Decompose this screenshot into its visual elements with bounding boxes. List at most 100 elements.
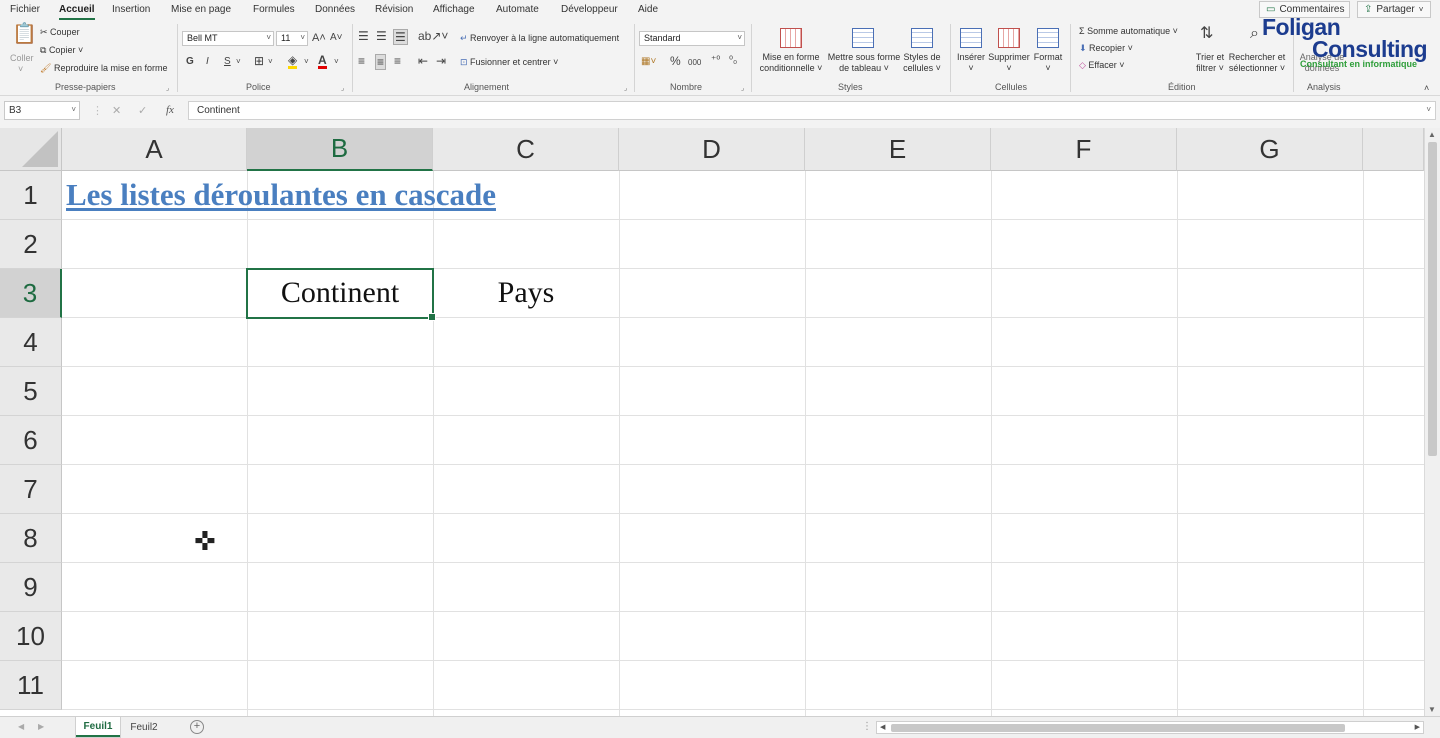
bold-button[interactable]: G <box>186 56 194 68</box>
insert-function-button[interactable]: fx <box>166 104 174 116</box>
row-header-10[interactable]: 10 <box>0 612 62 661</box>
horizontal-scroll-thumb[interactable] <box>891 724 1345 732</box>
increase-decimal-icon[interactable]: ⁺⁰ <box>711 55 720 67</box>
copy-button[interactable]: ⧉ Copier ˅ <box>40 45 83 56</box>
tab-donnees[interactable]: Données <box>315 4 355 15</box>
row-header-8[interactable]: 8 <box>0 514 62 563</box>
row-header-6[interactable]: 6 <box>0 416 62 465</box>
autosum-button[interactable]: Σ Somme automatique ˅ <box>1079 26 1178 37</box>
format-as-table-icon[interactable] <box>852 28 874 48</box>
percent-button[interactable]: % <box>670 55 681 67</box>
name-box[interactable]: B3 ˅ <box>4 101 80 120</box>
row-header-1[interactable]: 1 <box>0 171 62 220</box>
borders-icon[interactable]: ⊞ <box>254 55 264 67</box>
format-as-table-button[interactable]: Mettre sous forme de tableau ˅ <box>826 52 902 74</box>
column-header-a[interactable]: A <box>62 128 247 171</box>
cancel-icon[interactable]: ✕ <box>112 104 121 117</box>
scroll-left-icon[interactable]: ◀ <box>880 723 885 731</box>
sheet-tab-feuil2[interactable]: Feuil2 <box>124 717 164 737</box>
sort-filter-icon[interactable]: ⇅ <box>1200 26 1213 42</box>
share-button[interactable]: ⇪ Partager ˅ <box>1357 1 1431 18</box>
tab-insertion[interactable]: Insertion <box>112 4 150 15</box>
scroll-up-icon[interactable]: ▲ <box>1428 130 1436 139</box>
horizontal-scrollbar[interactable]: ◀ ▶ <box>876 721 1424 734</box>
underline-button[interactable]: S <box>224 56 231 68</box>
scroll-down-icon[interactable]: ▼ <box>1428 705 1436 714</box>
tab-developpeur[interactable]: Développeur <box>561 4 618 15</box>
column-header-f[interactable]: F <box>991 128 1177 171</box>
tab-mise-en-page[interactable]: Mise en page <box>171 4 231 15</box>
column-header-g[interactable]: G <box>1177 128 1363 171</box>
conditional-format-button[interactable]: Mise en forme conditionnelle ˅ <box>756 52 826 74</box>
align-top-icon[interactable]: ☰ <box>358 30 369 42</box>
cell-c3[interactable]: Pays <box>433 276 619 310</box>
insert-cells-button[interactable]: Insérer ˅ <box>952 52 990 74</box>
thousands-button[interactable]: 000 <box>688 57 701 69</box>
font-size-select[interactable]: 11 ˅ <box>276 31 308 46</box>
cut-button[interactable]: ✂ Couper <box>40 27 80 38</box>
wrap-text-button[interactable]: ↵ Renvoyer à la ligne automatiquement <box>460 33 619 44</box>
alignment-launcher-icon[interactable]: ⌟ <box>624 84 627 92</box>
tab-fichier[interactable]: Fichier <box>10 4 40 15</box>
cell-styles-icon[interactable] <box>911 28 933 48</box>
currency-icon[interactable]: ▦˅ <box>641 56 656 68</box>
delete-cells-button[interactable]: Supprimer ˅ <box>986 52 1032 74</box>
tab-accueil[interactable]: Accueil <box>59 4 95 20</box>
column-header-e[interactable]: E <box>805 128 991 171</box>
row-header-9[interactable]: 9 <box>0 563 62 612</box>
format-cells-button[interactable]: Format ˅ <box>1030 52 1066 74</box>
analyze-data-button[interactable]: Analyse de données <box>1298 52 1346 74</box>
formula-input[interactable]: Continent ˅ <box>188 101 1436 120</box>
merge-center-button[interactable]: ⊡ Fusionner et centrer ˅ <box>460 57 558 68</box>
sheet-tab-feuil1[interactable]: Feuil1 <box>76 717 120 737</box>
scroll-right-icon[interactable]: ▶ <box>1415 723 1420 731</box>
select-all-button[interactable] <box>0 128 62 171</box>
collapse-ribbon-icon[interactable]: ˄ <box>1424 82 1429 94</box>
row-header-7[interactable]: 7 <box>0 465 62 514</box>
confirm-icon[interactable]: ✓ <box>138 104 147 117</box>
fill-chevron-icon[interactable]: ˅ <box>304 56 309 68</box>
underline-chevron-icon[interactable]: ˅ <box>236 56 241 68</box>
font-launcher-icon[interactable]: ⌟ <box>341 84 344 92</box>
paste-chevron-icon[interactable]: ˅ <box>18 64 23 75</box>
row-header-5[interactable]: 5 <box>0 367 62 416</box>
borders-chevron-icon[interactable]: ˅ <box>268 56 273 68</box>
number-launcher-icon[interactable]: ⌟ <box>741 84 744 92</box>
paste-icon[interactable]: 📋 <box>12 24 37 44</box>
increase-indent-icon[interactable]: ⇥ <box>436 55 446 67</box>
next-sheet-icon[interactable]: ▶ <box>38 722 44 731</box>
row-header-11[interactable]: 11 <box>0 661 62 710</box>
fill-button[interactable]: ⬇ Recopier ˅ <box>1079 43 1133 54</box>
shrink-font-icon[interactable]: A˅ <box>330 32 343 44</box>
format-painter-button[interactable]: 🖌 Reproduire la mise en forme <box>40 63 168 74</box>
align-left-icon[interactable]: ≡ <box>358 55 365 67</box>
tab-automate[interactable]: Automate <box>496 4 539 15</box>
find-select-icon[interactable]: ⌕ <box>1250 26 1259 42</box>
row-header-3[interactable]: 3 <box>0 269 62 318</box>
sort-filter-button[interactable]: Trier et filtrer ˅ <box>1190 52 1230 74</box>
orientation-icon[interactable]: ab↗˅ <box>418 30 448 42</box>
vertical-scroll-thumb[interactable] <box>1428 142 1437 456</box>
number-format-select[interactable]: Standard ˅ <box>639 31 745 46</box>
cell-a1-title[interactable]: Les listes déroulantes en cascade <box>66 177 496 213</box>
paste-label[interactable]: Coller <box>10 53 34 64</box>
cell-styles-button[interactable]: Styles de cellules ˅ <box>900 52 944 74</box>
grow-font-icon[interactable]: A˄ <box>312 32 326 44</box>
conditional-format-icon[interactable] <box>780 28 802 48</box>
vertical-scrollbar[interactable]: ▲ ▼ <box>1424 128 1440 716</box>
align-right-icon[interactable]: ≡ <box>394 55 401 67</box>
comments-button[interactable]: ▭ Commentaires <box>1259 1 1350 18</box>
column-header-c[interactable]: C <box>433 128 619 171</box>
delete-cells-icon[interactable] <box>998 28 1020 48</box>
column-header-h[interactable] <box>1363 128 1424 171</box>
clipboard-launcher-icon[interactable]: ⌟ <box>166 84 169 92</box>
more-sheets-icon[interactable]: ⋮ <box>862 721 872 732</box>
column-header-d[interactable]: D <box>619 128 805 171</box>
tab-formules[interactable]: Formules <box>253 4 295 15</box>
add-sheet-icon[interactable]: + <box>190 720 204 734</box>
tab-revision[interactable]: Révision <box>375 4 413 15</box>
clear-button[interactable]: ◇ Effacer ˅ <box>1079 60 1125 71</box>
decrease-indent-icon[interactable]: ⇤ <box>418 55 428 67</box>
column-header-b[interactable]: B <box>247 128 433 171</box>
find-select-button[interactable]: Rechercher et sélectionner ˅ <box>1226 52 1288 74</box>
